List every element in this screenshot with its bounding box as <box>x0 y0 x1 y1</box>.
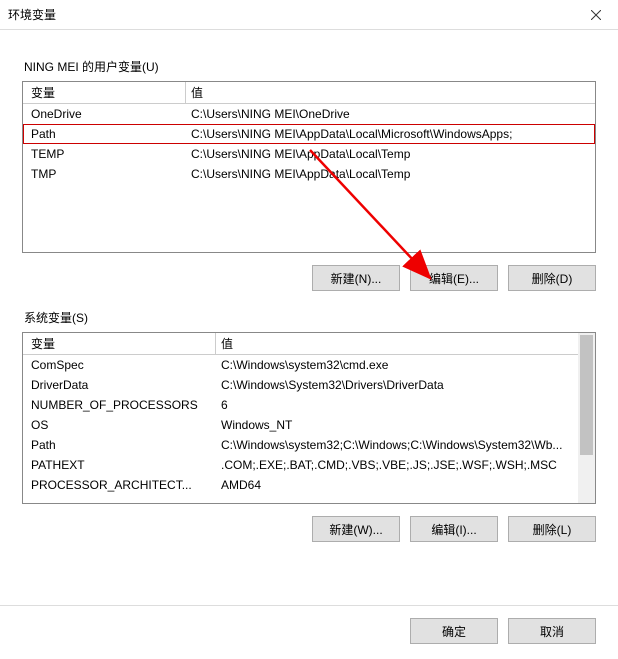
dialog-buttons: 确定 取消 <box>0 605 618 656</box>
var-value: C:\Users\NING MEI\AppData\Local\Microsof… <box>185 127 595 141</box>
window-title: 环境变量 <box>8 6 56 23</box>
var-value: C:\Users\NING MEI\AppData\Local\Temp <box>185 147 595 161</box>
close-icon <box>591 10 601 20</box>
system-list-header: 变量 值 <box>23 333 595 355</box>
system-rows: ComSpec C:\Windows\system32\cmd.exe Driv… <box>23 355 595 495</box>
var-name: OS <box>23 418 215 432</box>
delete-user-var-button[interactable]: 删除(D) <box>508 265 596 291</box>
table-row[interactable]: ComSpec C:\Windows\system32\cmd.exe <box>23 355 595 375</box>
header-variable[interactable]: 变量 <box>23 84 185 101</box>
edit-system-var-button[interactable]: 编辑(I)... <box>410 516 498 542</box>
table-row[interactable]: TEMP C:\Users\NING MEI\AppData\Local\Tem… <box>23 144 595 164</box>
header-value[interactable]: 值 <box>215 335 595 352</box>
table-row[interactable]: OS Windows_NT <box>23 415 595 435</box>
table-row[interactable]: NUMBER_OF_PROCESSORS 6 <box>23 395 595 415</box>
var-value: Windows_NT <box>215 418 595 432</box>
table-row[interactable]: PATHEXT .COM;.EXE;.BAT;.CMD;.VBS;.VBE;.J… <box>23 455 595 475</box>
table-row[interactable]: Path C:\Windows\system32;C:\Windows;C:\W… <box>23 435 595 455</box>
user-vars-list[interactable]: 变量 值 OneDrive C:\Users\NING MEI\OneDrive… <box>22 81 596 253</box>
var-value: AMD64 <box>215 478 595 492</box>
user-rows: OneDrive C:\Users\NING MEI\OneDrive Path… <box>23 104 595 184</box>
user-list-header: 变量 值 <box>23 82 595 104</box>
scrollbar-thumb[interactable] <box>580 335 593 455</box>
var-name: Path <box>23 127 185 141</box>
header-variable[interactable]: 变量 <box>23 335 215 352</box>
table-row[interactable]: TMP C:\Users\NING MEI\AppData\Local\Temp <box>23 164 595 184</box>
delete-system-var-button[interactable]: 删除(L) <box>508 516 596 542</box>
var-name: TMP <box>23 167 185 181</box>
system-buttons: 新建(W)... 编辑(I)... 删除(L) <box>22 516 596 542</box>
var-name: ComSpec <box>23 358 215 372</box>
var-value: C:\Windows\system32;C:\Windows;C:\Window… <box>215 438 595 452</box>
ok-button[interactable]: 确定 <box>410 618 498 644</box>
system-vars-list[interactable]: 变量 值 ComSpec C:\Windows\system32\cmd.exe… <box>22 332 596 504</box>
cancel-button[interactable]: 取消 <box>508 618 596 644</box>
dialog-content: NING MEI 的用户变量(U) 变量 值 OneDrive C:\Users… <box>0 30 618 542</box>
table-row[interactable]: OneDrive C:\Users\NING MEI\OneDrive <box>23 104 595 124</box>
scrollbar[interactable] <box>578 333 595 503</box>
var-value: C:\Windows\system32\cmd.exe <box>215 358 595 372</box>
close-button[interactable] <box>573 0 618 30</box>
user-vars-label: NING MEI 的用户变量(U) <box>24 58 596 75</box>
var-name: NUMBER_OF_PROCESSORS <box>23 398 215 412</box>
var-name: TEMP <box>23 147 185 161</box>
column-divider <box>215 333 216 355</box>
user-buttons: 新建(N)... 编辑(E)... 删除(D) <box>22 265 596 291</box>
table-row-path[interactable]: Path C:\Users\NING MEI\AppData\Local\Mic… <box>23 124 595 144</box>
var-name: PATHEXT <box>23 458 215 472</box>
var-value: C:\Windows\System32\Drivers\DriverData <box>215 378 595 392</box>
var-value: 6 <box>215 398 595 412</box>
new-system-var-button[interactable]: 新建(W)... <box>312 516 400 542</box>
table-row[interactable]: PROCESSOR_ARCHITECT... AMD64 <box>23 475 595 495</box>
var-name: DriverData <box>23 378 215 392</box>
var-name: Path <box>23 438 215 452</box>
header-value[interactable]: 值 <box>185 84 595 101</box>
var-value: C:\Users\NING MEI\OneDrive <box>185 107 595 121</box>
var-name: OneDrive <box>23 107 185 121</box>
edit-user-var-button[interactable]: 编辑(E)... <box>410 265 498 291</box>
system-vars-label: 系统变量(S) <box>24 309 596 326</box>
column-divider <box>185 82 186 104</box>
var-name: PROCESSOR_ARCHITECT... <box>23 478 215 492</box>
new-user-var-button[interactable]: 新建(N)... <box>312 265 400 291</box>
var-value: C:\Users\NING MEI\AppData\Local\Temp <box>185 167 595 181</box>
var-value: .COM;.EXE;.BAT;.CMD;.VBS;.VBE;.JS;.JSE;.… <box>215 458 595 472</box>
titlebar: 环境变量 <box>0 0 618 30</box>
table-row[interactable]: DriverData C:\Windows\System32\Drivers\D… <box>23 375 595 395</box>
